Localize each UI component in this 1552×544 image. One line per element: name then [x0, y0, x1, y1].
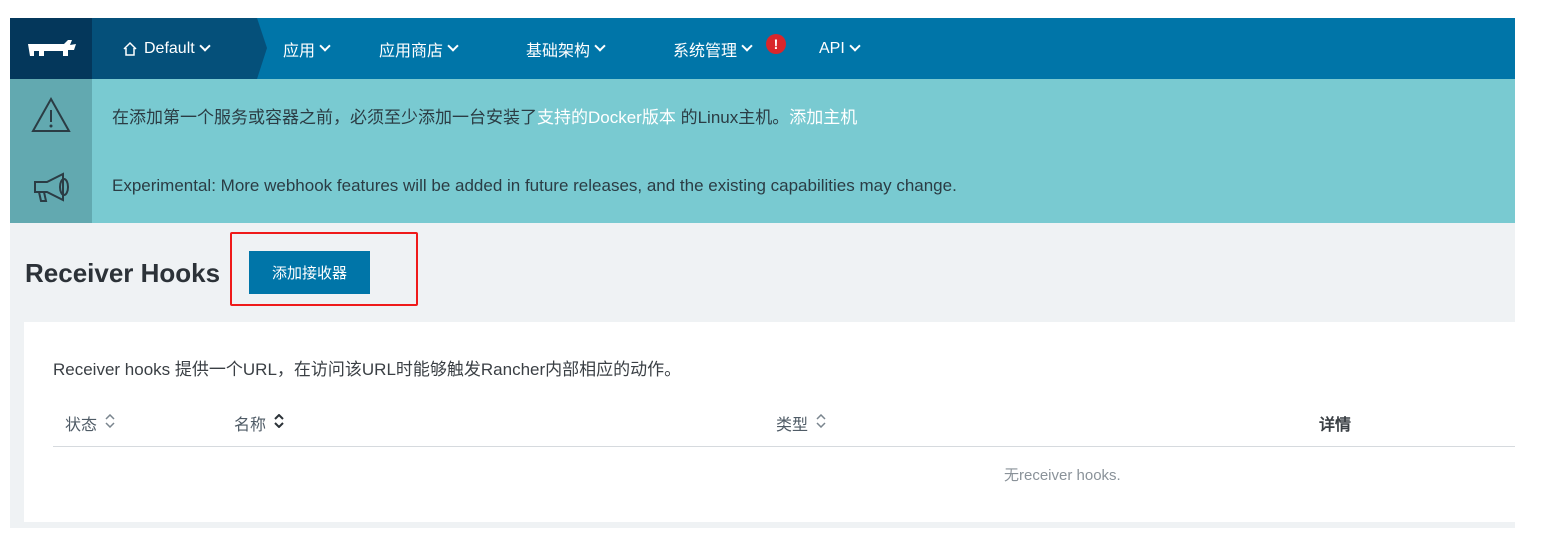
add-host-link[interactable]: 添加主机 [789, 108, 857, 127]
nav-item-api[interactable]: API [819, 18, 861, 79]
nav-item-label: 应用 [283, 42, 316, 60]
warning-icon [10, 79, 92, 150]
chevron-down-icon [849, 40, 861, 52]
nav-item-infrastructure[interactable]: 基础架构 [526, 18, 606, 79]
column-header-label: 名称 [234, 417, 267, 434]
column-header-type[interactable]: 类型 [776, 411, 826, 435]
sort-icon [105, 413, 115, 433]
environment-arrow [257, 18, 267, 79]
chevron-down-icon [447, 40, 459, 52]
supported-docker-link[interactable]: 支持的Docker版本 [537, 108, 676, 127]
column-header-state[interactable]: 状态 [65, 411, 115, 435]
nav-item-label: 系统管理 [673, 42, 738, 60]
environment-switcher[interactable]: Default [92, 18, 257, 79]
megaphone-icon [10, 150, 92, 223]
page-title: Receiver Hooks [25, 258, 221, 288]
chevron-down-icon [319, 40, 331, 52]
column-header-label: 状态 [65, 417, 98, 434]
admin-alert-badge: ! [766, 34, 786, 54]
sort-icon [816, 413, 826, 433]
warning-text-end: 的Linux主机。 [675, 108, 790, 127]
host-warning-banner: 在添加第一个服务或容器之前，必须至少添加一台安装了支持的Docker版本 的Li… [10, 79, 1515, 150]
top-navigation: Default 应用 应用商店 基础架构 系统管理 ! API [10, 18, 1515, 79]
column-header-name[interactable]: 名称 [234, 411, 284, 435]
experimental-text: Experimental: More webhook features will… [112, 176, 957, 195]
chevron-down-icon [594, 40, 606, 52]
nav-item-label: 应用商店 [379, 42, 444, 60]
rancher-logo-icon[interactable] [10, 18, 92, 79]
nav-item-apps[interactable]: 应用 [283, 18, 331, 79]
column-header-label: 类型 [776, 417, 809, 434]
warning-text-start: 在添加第一个服务或容器之前，必须至少添加一台安装了 [112, 108, 537, 127]
sort-icon [274, 413, 284, 433]
column-header-details: 详情 [1319, 417, 1352, 434]
annotation-highlight-box [230, 232, 418, 306]
empty-state-message: 无receiver hooks. [1004, 467, 1121, 484]
app-frame: Default 应用 应用商店 基础架构 系统管理 ! API 在添加第一个服务… [10, 18, 1515, 528]
nav-item-label: API [819, 39, 845, 57]
receiver-hooks-card: Receiver hooks 提供一个URL，在访问该URL时能够触发Ranch… [24, 322, 1515, 522]
experimental-banner: Experimental: More webhook features will… [10, 150, 1515, 223]
receiver-hooks-description: Receiver hooks 提供一个URL，在访问该URL时能够触发Ranch… [53, 360, 682, 379]
nav-item-catalog[interactable]: 应用商店 [379, 18, 459, 79]
nav-item-admin[interactable]: 系统管理 [673, 18, 753, 79]
environment-label: Default [144, 39, 195, 57]
home-icon [122, 41, 138, 57]
host-warning-text: 在添加第一个服务或容器之前，必须至少添加一台安装了支持的Docker版本 的Li… [112, 103, 857, 128]
nav-item-label: 基础架构 [526, 42, 591, 60]
chevron-down-icon [741, 40, 753, 52]
table-header-divider [53, 446, 1515, 447]
chevron-down-icon [199, 40, 211, 52]
